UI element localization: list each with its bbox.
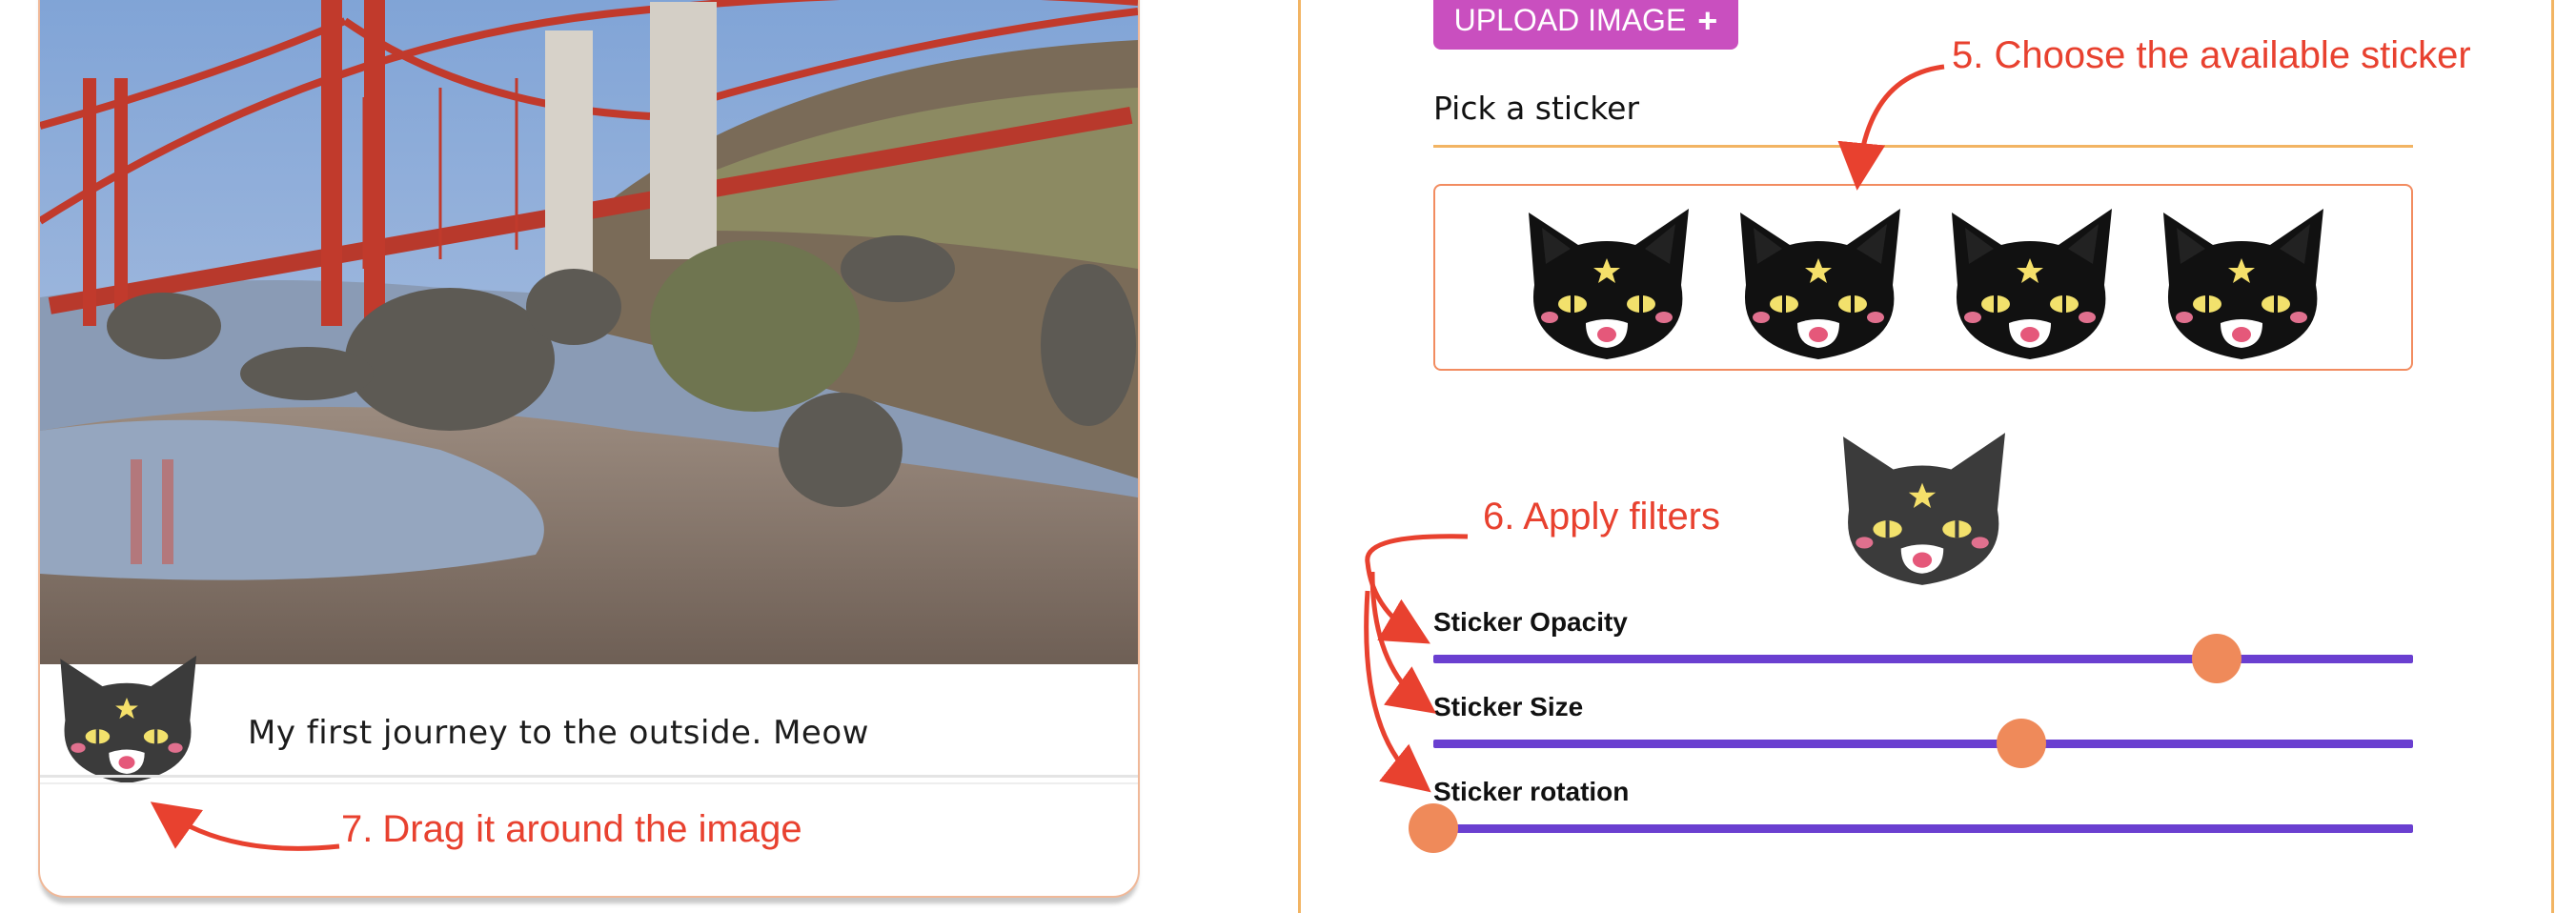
- pick-sticker-label: Pick a sticker: [1433, 90, 1640, 127]
- cat-sticker-option-4[interactable]: [2146, 203, 2337, 365]
- size-slider-thumb[interactable]: [1996, 719, 2046, 768]
- opacity-slider-thumb[interactable]: [2192, 634, 2242, 683]
- cat-sticker-option-2[interactable]: [1723, 203, 1914, 365]
- size-slider[interactable]: [1433, 719, 2413, 768]
- plus-icon: +: [1697, 0, 1718, 40]
- beach-bridge-photo: [40, 0, 1138, 664]
- upload-button-label: UPLOAD IMAGE: [1453, 3, 1687, 37]
- rotation-slider-label: Sticker rotation: [1433, 777, 1630, 806]
- size-slider-label: Sticker Size: [1433, 692, 1584, 721]
- sticker-picker: [1433, 184, 2413, 371]
- post-caption: My first journey to the outside. Meow: [248, 714, 869, 752]
- cat-sticker-option-3[interactable]: [1935, 203, 2125, 365]
- opacity-slider-label: Sticker Opacity: [1433, 607, 1628, 637]
- upload-image-button[interactable]: UPLOAD IMAGE +: [1433, 0, 1738, 50]
- opacity-slider[interactable]: [1433, 634, 2413, 683]
- drag-annotation-number: 7.: [341, 808, 374, 850]
- rotation-slider-thumb[interactable]: [1409, 803, 1458, 853]
- apply-filters-annotation: 6. Apply filters: [1483, 496, 1721, 538]
- drag-annotation-text: Drag it around the image: [382, 808, 802, 850]
- cat-sticker-option-1[interactable]: [1511, 203, 1702, 365]
- caption-area: My first journey to the outside. Meow: [40, 664, 1138, 896]
- caption-divider-shadow: [40, 782, 1138, 784]
- placed-cat-sticker[interactable]: [46, 643, 208, 796]
- caption-divider: [40, 775, 1138, 778]
- drag-annotation: 7. Drag it around the image: [341, 808, 802, 851]
- sticker-preview: [1822, 427, 2022, 591]
- pick-sticker-underline: [1433, 145, 2413, 148]
- rotation-slider[interactable]: [1409, 803, 2413, 853]
- choose-sticker-annotation: 5. Choose the available sticker: [1952, 34, 2471, 76]
- post-card: My first journey to the outside. Meow: [38, 0, 1140, 898]
